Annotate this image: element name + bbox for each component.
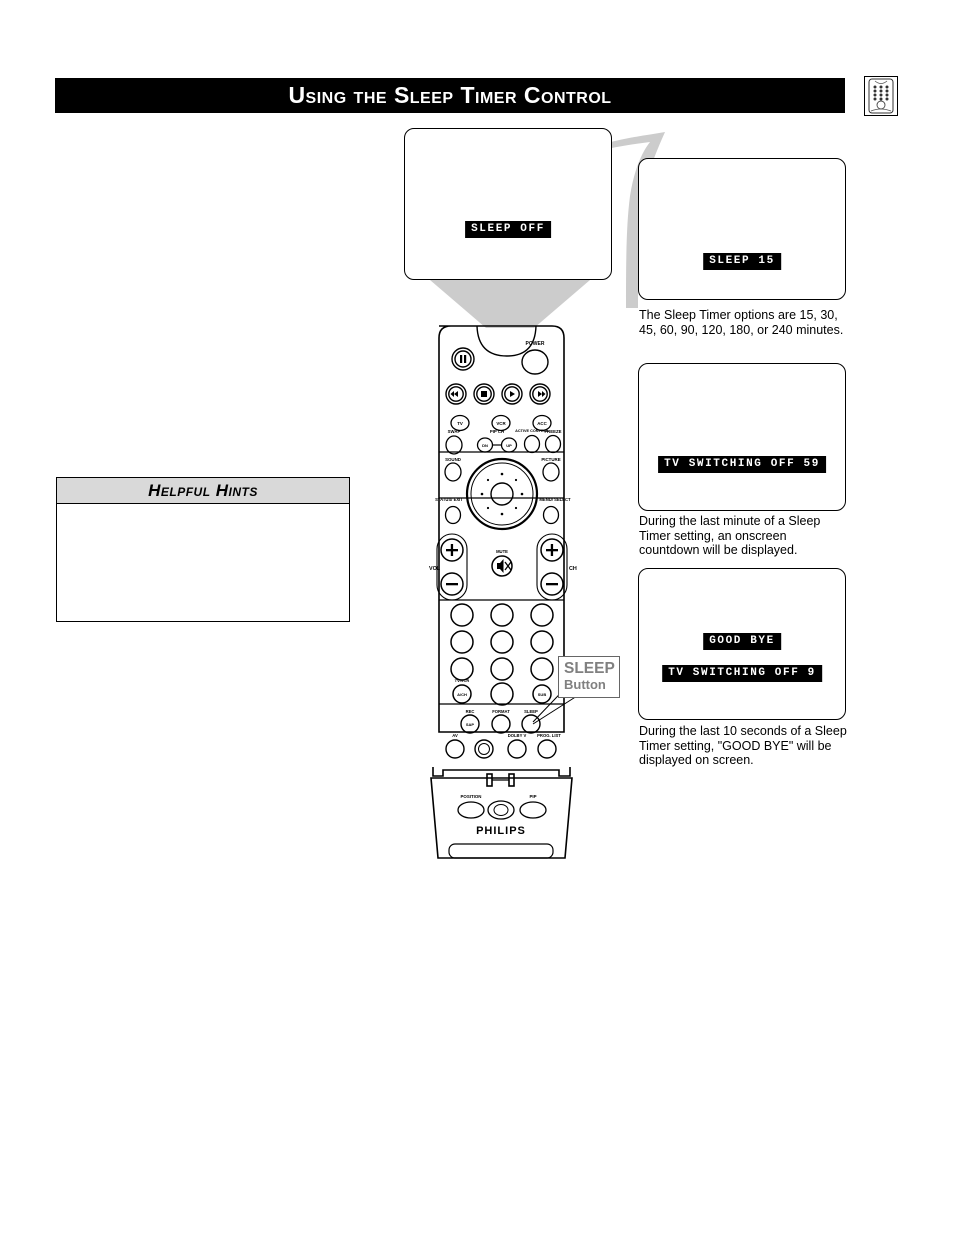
page-title: Using the Sleep Timer Control xyxy=(288,82,612,108)
remote-label-power: POWER xyxy=(526,341,545,347)
osd-message: TV SWITCHING OFF 59 xyxy=(658,456,826,473)
remote-label-sound: SOUND xyxy=(445,457,461,462)
sleep-button-callout: SLEEP Button xyxy=(558,656,620,698)
page-title-bar: Using the Sleep Timer Control xyxy=(55,78,845,113)
remote-label-vol: VOL xyxy=(429,566,441,572)
helpful-hints-title: Helpful Hints xyxy=(148,480,258,500)
sleep-callout-title: SLEEP xyxy=(564,660,615,677)
tv-screen-tv-switching-off: TV SWITCHING OFF 59 xyxy=(638,363,846,511)
remote-label-mute: MUTE xyxy=(496,549,508,554)
caption-good-bye: During the last 10 seconds of a Sleep Ti… xyxy=(639,724,847,767)
remote-label-pip-ch-up: UP xyxy=(506,443,512,448)
tv-screen-good-bye: GOOD BYE TV SWITCHING OFF 9 xyxy=(638,568,846,720)
remote-label-prog-list: PROG. LIST xyxy=(537,733,561,738)
remote-label-sub: SUB xyxy=(538,692,547,697)
remote-label-status-exit: STATUS/ EXIT xyxy=(435,497,463,502)
remote-label-swap: SWAP xyxy=(448,429,461,434)
remote-label-rec: REC xyxy=(466,709,475,714)
remote-control-illustration: POWER TV VCR ACC SWAP PIP CH DN UP ACTIV… xyxy=(425,312,590,864)
remote-label-vcr: VCR xyxy=(496,421,506,426)
remote-label-menu-select: MENU/ SELECT xyxy=(539,497,571,502)
remote-label-pip-ch: PIP CH xyxy=(490,429,504,434)
helpful-hints-box: Helpful Hints xyxy=(56,477,350,622)
remote-label-ch: CH xyxy=(569,566,577,572)
osd-message: SLEEP OFF xyxy=(465,221,551,238)
sleep-callout-subtitle: Button xyxy=(564,677,606,692)
remote-label-pip-ch-dn: DN xyxy=(482,443,488,448)
remote-label-acc: ACC xyxy=(537,421,547,426)
caption-sleep-options: The Sleep Timer options are 15, 30, 45, … xyxy=(639,308,844,337)
tv-screen-sleep-15: SLEEP 15 xyxy=(638,158,846,300)
remote-label-av: AV xyxy=(452,733,458,738)
remote-brand-logo: PHILIPS xyxy=(476,825,526,837)
remote-label-pip: PIP xyxy=(529,794,536,799)
remote-label-sleep: SLEEP xyxy=(524,709,538,714)
remote-label-picture: PICTURE xyxy=(541,457,560,462)
remote-control-icon xyxy=(864,76,898,116)
remote-label-tv: TV xyxy=(457,421,463,426)
osd-message: SLEEP 15 xyxy=(703,253,781,270)
remote-label-a-ch: A/CH xyxy=(457,692,467,697)
osd-message: GOOD BYE xyxy=(703,633,781,650)
remote-label-position: POSITION xyxy=(461,794,482,799)
remote-label-freeze: FREEZE xyxy=(545,429,562,434)
caption-countdown: During the last minute of a Sleep Timer … xyxy=(639,514,821,557)
helpful-hints-body xyxy=(57,504,349,520)
osd-message: TV SWITCHING OFF 9 xyxy=(662,665,822,682)
remote-label-format: FORMAT xyxy=(492,709,510,714)
remote-label-dolby-v: DOLBY V xyxy=(508,733,527,738)
remote-label-sap: SAP xyxy=(466,722,475,727)
tv-screen-sleep-off: SLEEP OFF xyxy=(404,128,612,280)
remote-label-tv-vcr: TV/VCR xyxy=(455,678,470,683)
helpful-hints-header: Helpful Hints xyxy=(57,478,349,504)
